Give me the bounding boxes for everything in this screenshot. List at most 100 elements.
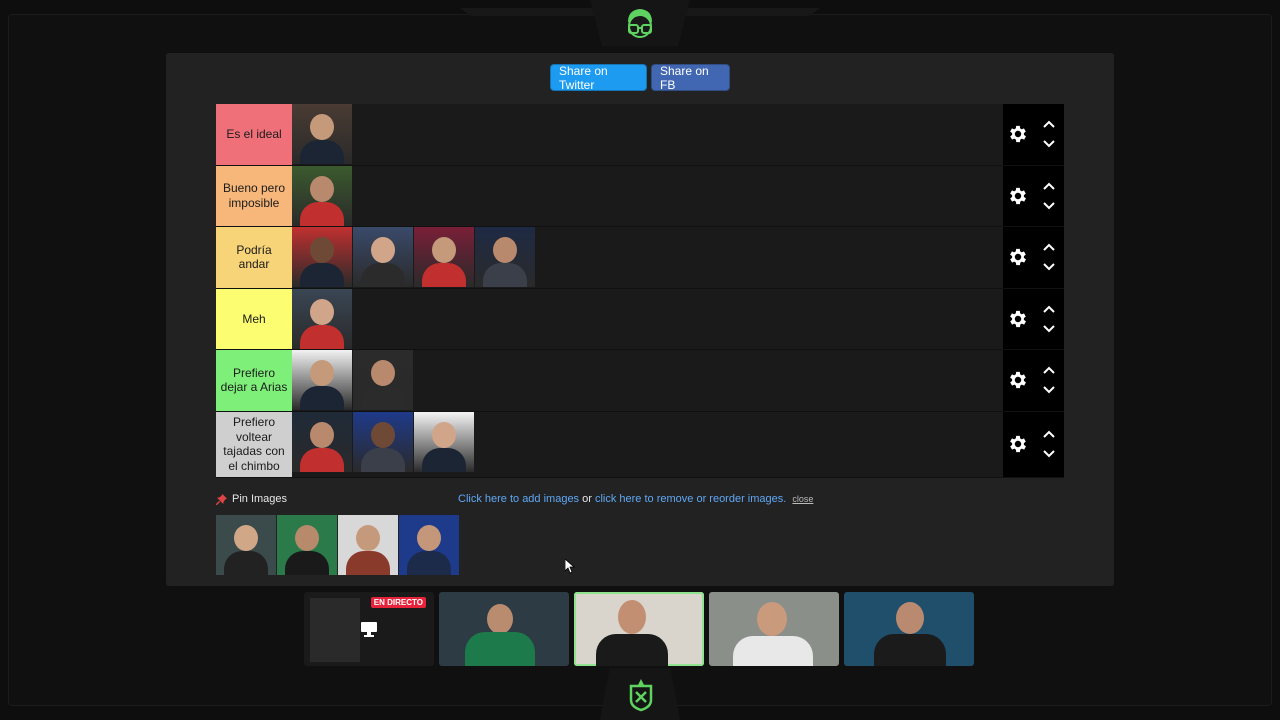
gear-icon[interactable] [1007,308,1029,330]
person-head [432,237,456,263]
chevron-down-icon[interactable] [1042,385,1056,394]
person-head [310,237,334,263]
gear-icon[interactable] [1007,185,1029,207]
participant-head [487,604,513,634]
chevron-up-icon[interactable] [1042,120,1056,129]
tier-image[interactable] [414,411,474,472]
tier-items[interactable] [292,104,1003,165]
pin-images-toggle[interactable]: Pin Images [216,493,287,505]
tier-items[interactable] [292,350,1003,411]
chevron-up-icon[interactable] [1042,430,1056,439]
person-head [356,525,380,551]
tier-list-panel: Share on Twitter Share on FB Es el ideal… [166,53,1114,586]
chevron-down-icon[interactable] [1042,449,1056,458]
screen-preview [310,598,360,662]
share-fb-button[interactable]: Share on FB [651,64,730,92]
gear-icon[interactable] [1007,123,1029,145]
tier-label[interactable]: Prefiero voltear tajadas con el chimbo [216,411,292,477]
chevron-down-icon[interactable] [1042,324,1056,333]
person-body [300,263,344,287]
person-body [285,551,329,575]
person-body [300,140,344,164]
tier-label[interactable]: Prefiero dejar a Arias [216,350,292,411]
chevron-down-icon[interactable] [1042,139,1056,148]
person-head [310,421,334,448]
webcam-4[interactable] [844,592,974,666]
person-body [300,447,344,472]
tier-image[interactable] [292,350,352,410]
chevron-up-icon[interactable] [1042,182,1056,191]
webcam-strip: EN DIRECTO [304,592,974,666]
move-arrows [1042,120,1056,148]
tier-controls [1003,350,1064,411]
person-body [407,551,451,575]
share-twitter-button[interactable]: Share on Twitter [550,64,647,92]
person-head [493,237,517,263]
person-head [371,360,395,386]
tier-image[interactable] [353,227,413,287]
pinned-image[interactable] [338,515,398,575]
tier-image[interactable] [292,165,352,226]
pinned-image[interactable] [399,515,459,575]
tier-label[interactable]: Meh [216,288,292,349]
tier-image[interactable] [475,227,535,287]
image-links: Click here to add images or click here t… [458,493,813,505]
add-images-link[interactable]: Click here to add images [458,493,579,505]
tier-label[interactable]: Bueno pero imposible [216,165,292,226]
screen-share-cam[interactable]: EN DIRECTO [304,592,434,666]
close-link[interactable]: close [792,494,813,504]
tier-controls [1003,227,1064,288]
person-body [361,263,405,287]
shield-logo-icon [629,679,653,712]
participant-body [874,634,946,666]
person-head [234,525,258,551]
gear-icon[interactable] [1007,369,1029,391]
tier-label[interactable]: Es el ideal [216,104,292,165]
participant-head [757,602,787,636]
tier-label[interactable]: Podría andar [216,227,292,288]
webcam-3[interactable] [709,592,839,666]
person-head [371,237,395,263]
tier-controls [1003,165,1064,226]
chevron-up-icon[interactable] [1042,305,1056,314]
person-body [422,263,466,287]
tier-image[interactable] [292,411,352,472]
tier-image[interactable] [353,411,413,472]
person-body [422,447,466,472]
person-head [417,525,441,551]
participant-body [465,632,535,666]
move-arrows [1042,430,1056,458]
participant-body [596,634,668,666]
glasses-logo-icon [628,9,652,38]
webcam-2[interactable] [574,592,704,666]
person-head [432,421,456,448]
tier-items[interactable] [292,288,1003,349]
tier-image[interactable] [414,227,474,287]
participant-body [733,636,813,666]
tier-image[interactable] [292,227,352,287]
pinned-image[interactable] [216,515,276,575]
chevron-down-icon[interactable] [1042,201,1056,210]
remove-reorder-link[interactable]: click here to remove or reorder images. [595,493,786,505]
chevron-down-icon[interactable] [1042,262,1056,271]
tier-table: Es el ideal Bueno pero imposible Podría an… [216,104,1064,478]
gear-icon[interactable] [1007,246,1029,268]
tier-row: Prefiero voltear tajadas con el chimbo [216,411,1064,478]
person-body [361,386,405,410]
tier-controls [1003,104,1064,165]
webcam-1[interactable] [439,592,569,666]
participant-head [896,602,924,634]
pinned-images [216,515,460,575]
tier-image[interactable] [353,350,413,410]
gear-icon[interactable] [1007,433,1029,455]
tier-row: Podría andar [216,227,1064,289]
pinned-image[interactable] [277,515,337,575]
tier-items[interactable] [292,227,1003,288]
chevron-up-icon[interactable] [1042,366,1056,375]
tier-image[interactable] [292,288,352,349]
chevron-up-icon[interactable] [1042,243,1056,252]
tier-image[interactable] [292,104,352,164]
tier-controls [1003,288,1064,349]
tier-items[interactable] [292,411,1003,477]
tier-items[interactable] [292,165,1003,226]
